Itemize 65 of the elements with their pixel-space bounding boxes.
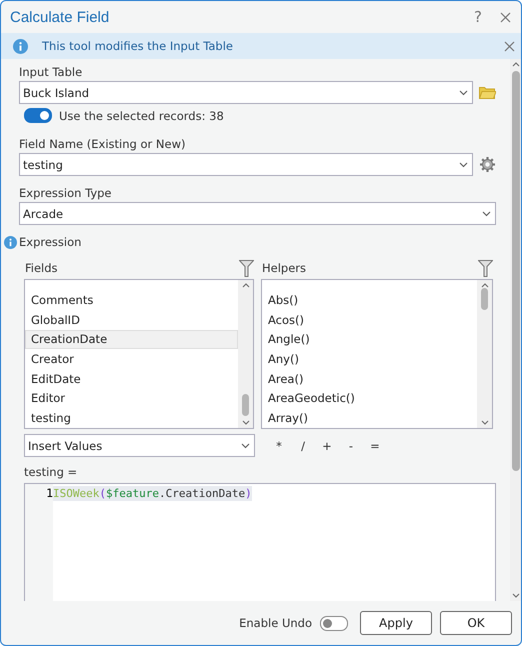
section-label: Expression [19,235,82,249]
list-item[interactable]: EditDate [25,369,238,388]
operator-button[interactable]: * [267,438,291,452]
scroll-up-icon[interactable] [242,283,250,288]
filter-icon[interactable] [478,260,493,276]
filter-icon[interactable] [239,260,254,276]
insert-values-dropdown[interactable]: Insert Values [24,434,255,457]
toggle-label: Enable Undo [239,616,312,630]
field-label: Expression Type [19,186,112,200]
scroll-down-icon[interactable] [512,593,520,598]
close-icon[interactable] [504,40,515,52]
expression-type-dropdown[interactable]: Arcade [19,202,496,225]
field-label: Field Name (Existing or New) [19,137,186,151]
fields-list[interactable]: Comments GlobalID CreationDate Creator EditDate Editor testing [24,279,254,429]
list-heading: Fields [25,261,58,275]
window-title: Calculate Field [10,8,110,26]
toggle-switch[interactable] [320,616,348,630]
info-message: This tool modifies the Input Table [42,39,234,53]
list-heading: Helpers [262,261,306,275]
list-item[interactable]: Acos() [262,310,477,330]
toggle-label: Use the selected records: 38 [59,108,224,122]
close-icon[interactable] [500,12,511,22]
line-number: 1 [46,486,53,501]
scroll-thumb[interactable] [481,288,488,310]
code-editor[interactable]: 1ISOWeek($feature.CreationDate) [24,483,496,601]
scrollbar[interactable] [510,59,521,601]
scroll-down-icon[interactable] [480,420,488,425]
scroll-thumb[interactable] [512,71,520,471]
gear-icon[interactable] [479,156,496,173]
dialog-button[interactable]: OK [440,611,512,635]
operator-button[interactable]: + [315,438,339,452]
operator-button[interactable]: - [339,438,363,452]
scroll-up-icon[interactable] [480,283,488,288]
chevron-down-icon [459,162,468,168]
help-button[interactable]: ? [466,8,490,26]
chevron-down-icon [241,442,250,448]
list-item[interactable]: Comments [25,291,238,310]
info-icon [4,236,17,248]
chevron-down-icon [482,210,491,216]
scroll-up-icon[interactable] [512,62,520,67]
toggle-switch[interactable] [24,108,52,123]
input-table-dropdown[interactable]: Buck Island [19,81,473,104]
helpers-list[interactable]: Abs() Acos() Angle() Any() Area() AreaGeodetic() Array() [261,279,493,429]
operator-button[interactable]: = [363,438,387,452]
list-item[interactable]: Abs() [262,291,477,310]
field-name-dropdown[interactable]: testing [19,153,473,176]
scroll-down-icon[interactable] [242,420,250,425]
list-item[interactable]: Angle() [262,330,477,349]
info-icon [13,38,28,54]
list-item[interactable]: AreaGeodetic() [262,388,477,408]
chevron-down-icon [459,90,468,96]
folder-icon[interactable] [479,86,496,99]
list-item[interactable]: Any() [262,350,477,368]
list-item[interactable]: Array() [262,408,477,428]
list-item[interactable]: Area() [262,369,477,388]
list-item[interactable]: Editor [25,388,238,408]
scroll-thumb[interactable] [242,394,249,416]
list-item[interactable]: testing [25,408,238,428]
field-label: Input Table [19,65,84,79]
target-label: testing = [24,465,78,479]
list-item[interactable]: Creator [25,350,238,368]
operator-button[interactable]: / [291,438,315,452]
list-item[interactable]: GlobalID [25,310,238,330]
dialog-button[interactable]: Apply [360,611,432,635]
list-item[interactable]: CreationDate [25,330,238,349]
